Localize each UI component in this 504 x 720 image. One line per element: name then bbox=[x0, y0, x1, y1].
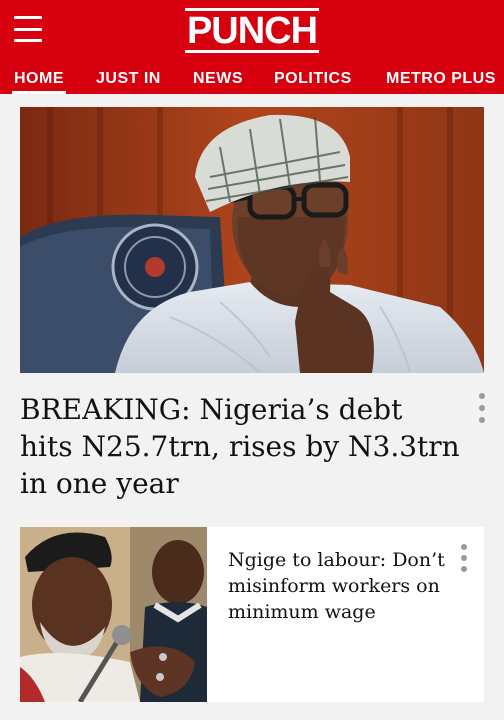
nav-item-politics[interactable]: POLITICS bbox=[274, 63, 352, 94]
more-options-icon[interactable] bbox=[475, 393, 489, 423]
story-card[interactable]: Ngige to labour: Don’t misinform workers… bbox=[20, 527, 484, 702]
top-bar: PUNCH bbox=[0, 0, 504, 63]
nav-item-home[interactable]: HOME bbox=[12, 63, 66, 94]
nav-item-just-in[interactable]: JUST IN bbox=[96, 63, 161, 94]
more-options-icon[interactable] bbox=[457, 544, 471, 572]
punch-logo[interactable]: PUNCH bbox=[183, 7, 321, 53]
nav-item-metro-plus[interactable]: METRO PLUS bbox=[386, 63, 496, 94]
story-image[interactable] bbox=[20, 527, 207, 702]
hero-headline[interactable]: BREAKING: Nigeria’s debt hits N25.7trn, … bbox=[20, 391, 462, 502]
story-headline[interactable]: Ngige to labour: Don’t misinform workers… bbox=[228, 547, 450, 625]
hamburger-menu-icon[interactable] bbox=[14, 14, 48, 44]
logo-text: PUNCH bbox=[184, 7, 320, 53]
nav-item-news[interactable]: NEWS bbox=[193, 63, 243, 94]
section-nav: HOME JUST IN NEWS POLITICS METRO PLUS bbox=[0, 63, 504, 94]
hero-image[interactable] bbox=[20, 107, 484, 373]
